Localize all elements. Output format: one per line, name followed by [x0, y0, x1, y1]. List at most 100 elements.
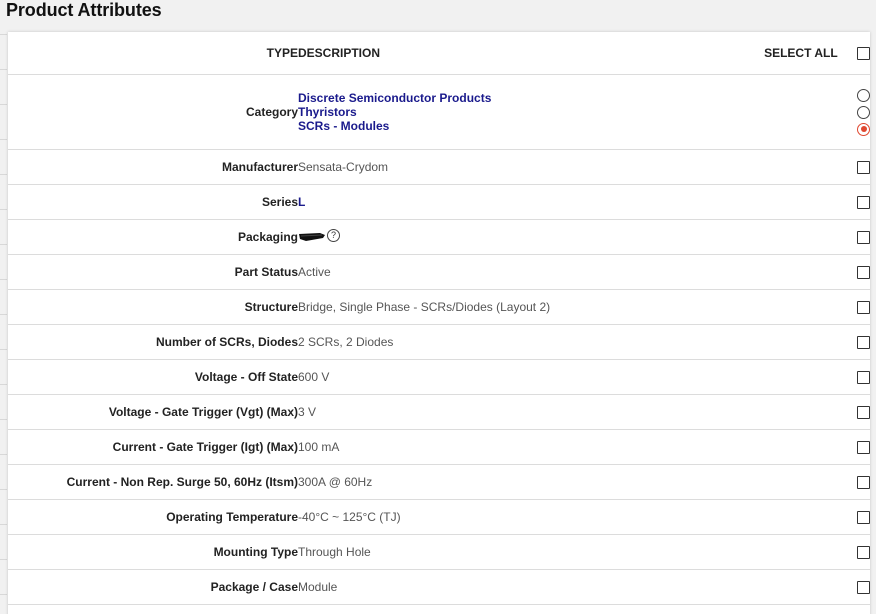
- row-select-checkbox[interactable]: [857, 266, 870, 280]
- table-row: Structure Bridge, Single Phase - SCRs/Dio…: [8, 289, 870, 325]
- category-link-scrs-modules[interactable]: SCRs - Modules: [298, 119, 748, 133]
- table-row: Current - Non Rep. Surge 50, 60Hz (Itsm)…: [8, 464, 870, 500]
- row-select-cell: [748, 499, 870, 535]
- table-row: Series L: [8, 184, 870, 220]
- row-type-label: Manufacturer: [8, 149, 298, 185]
- category-links: Discrete Semiconductor Products Thyristo…: [298, 74, 748, 150]
- row-select-cell: [748, 359, 870, 395]
- packaging-value: ?: [298, 229, 340, 243]
- row-value-cell: Sensata-Crydom: [298, 149, 748, 185]
- row-value-cell: 600 V: [298, 359, 748, 395]
- row-type-label: Mounting Type: [8, 534, 298, 570]
- row-value-cell: 300A @ 60Hz: [298, 464, 748, 500]
- table-row: Part Status Active: [8, 254, 870, 290]
- table-row: Voltage - Off State 600 V: [8, 359, 870, 395]
- row-value: 3 V: [298, 405, 317, 419]
- row-value-cell: Through Hole: [298, 534, 748, 570]
- row-select-cell: [748, 289, 870, 325]
- row-value-cell: Bridge, Single Phase - SCRs/Diodes (Layo…: [298, 289, 748, 325]
- header-select-all: SELECT ALL: [748, 32, 870, 75]
- row-value-cell: L: [298, 184, 748, 220]
- row-type-label: Packaging: [8, 219, 298, 255]
- row-value-cell: 3 V: [298, 394, 748, 430]
- row-select-cell: [748, 184, 870, 220]
- row-select-cell: [748, 534, 870, 570]
- row-select-checkbox[interactable]: [857, 301, 870, 315]
- row-value: Bridge, Single Phase - SCRs/Diodes (Layo…: [298, 300, 551, 314]
- row-select-checkbox[interactable]: [857, 231, 870, 245]
- category-radio-cell: [748, 74, 870, 150]
- table-row: Number of SCRs, Diodes 2 SCRs, 2 Diodes: [8, 324, 870, 360]
- row-select-cell: [748, 429, 870, 465]
- header-type: TYPE: [8, 32, 298, 75]
- row-type-label: Part Status: [8, 254, 298, 290]
- row-select-checkbox[interactable]: [857, 196, 870, 210]
- row-value: Active: [298, 265, 331, 279]
- page: Product Attributes TYPE DESCRIPTION SELE…: [0, 0, 876, 614]
- row-value: 100 mA: [298, 440, 340, 454]
- category-radio-thyristors[interactable]: [857, 105, 870, 119]
- table-row: Operating Temperature -40°C ~ 125°C (TJ): [8, 499, 870, 535]
- row-value: 600 V: [298, 370, 330, 384]
- attributes-card: TYPE DESCRIPTION SELECT ALL Category Dis…: [8, 32, 870, 614]
- row-select-checkbox[interactable]: [857, 546, 870, 560]
- row-type-label: Series: [8, 184, 298, 220]
- row-value: Module: [298, 580, 338, 594]
- category-link-thyristors[interactable]: Thyristors: [298, 105, 748, 119]
- table-row: Manufacturer Sensata-Crydom: [8, 149, 870, 185]
- row-select-cell: [748, 394, 870, 430]
- row-value-cell: 100 mA: [298, 429, 748, 465]
- row-value-cell: Active: [298, 254, 748, 290]
- row-select-checkbox[interactable]: [857, 336, 870, 350]
- row-select-checkbox[interactable]: [857, 371, 870, 385]
- category-radio-discrete[interactable]: [857, 88, 870, 102]
- row-select-cell: [748, 149, 870, 185]
- help-icon[interactable]: ?: [327, 229, 340, 242]
- table-row: Voltage - Gate Trigger (Vgt) (Max) 3 V: [8, 394, 870, 430]
- row-type-label: Package / Case: [8, 569, 298, 605]
- row-type-label: Voltage - Off State: [8, 359, 298, 395]
- select-all-label: SELECT ALL: [764, 46, 838, 61]
- row-select-checkbox[interactable]: [857, 476, 870, 490]
- page-title: Product Attributes: [6, 0, 162, 20]
- row-type-label: Current - Non Rep. Surge 50, 60Hz (Itsm): [8, 464, 298, 500]
- category-radio-scrs-modules[interactable]: [857, 122, 870, 136]
- row-value: -40°C ~ 125°C (TJ): [298, 510, 401, 524]
- row-select-cell: [748, 254, 870, 290]
- row-value: 300A @ 60Hz: [298, 475, 373, 489]
- row-select-cell: [748, 219, 870, 255]
- row-value-cell: 2 SCRs, 2 Diodes: [298, 324, 748, 360]
- attributes-table: TYPE DESCRIPTION SELECT ALL Category Dis…: [8, 32, 870, 605]
- row-value-cell: -40°C ~ 125°C (TJ): [298, 499, 748, 535]
- row-select-checkbox[interactable]: [857, 406, 870, 420]
- table-header-row: TYPE DESCRIPTION SELECT ALL: [8, 32, 870, 75]
- category-link-discrete[interactable]: Discrete Semiconductor Products: [298, 91, 748, 105]
- row-value-link[interactable]: L: [298, 195, 748, 209]
- table-row: Current - Gate Trigger (Igt) (Max) 100 mA: [8, 429, 870, 465]
- row-type-label: Operating Temperature: [8, 499, 298, 535]
- row-type-label: Structure: [8, 289, 298, 325]
- row-select-cell: [748, 464, 870, 500]
- row-select-checkbox[interactable]: [857, 511, 870, 525]
- table-row: Package / Case Module: [8, 569, 870, 605]
- background-grid: [0, 0, 7, 614]
- table-row: Packaging?: [8, 219, 870, 255]
- row-value: Sensata-Crydom: [298, 160, 389, 174]
- row-select-checkbox[interactable]: [857, 441, 870, 455]
- header-description: DESCRIPTION: [298, 32, 748, 75]
- row-type-label: Number of SCRs, Diodes: [8, 324, 298, 360]
- row-type-label: Category: [8, 74, 298, 150]
- row-type-label: Current - Gate Trigger (Igt) (Max): [8, 429, 298, 465]
- row-select-checkbox[interactable]: [857, 161, 870, 175]
- row-value: Through Hole: [298, 545, 371, 559]
- row-value: 2 SCRs, 2 Diodes: [298, 335, 394, 349]
- row-value-cell: Module: [298, 569, 748, 605]
- row-value-cell: ?: [298, 219, 748, 255]
- row-type-label: Voltage - Gate Trigger (Vgt) (Max): [8, 394, 298, 430]
- row-select-cell: [748, 569, 870, 605]
- row-select-cell: [748, 324, 870, 360]
- table-row-category: Category Discrete Semiconductor Products…: [8, 74, 870, 150]
- select-all-checkbox[interactable]: [857, 46, 870, 60]
- row-select-checkbox[interactable]: [857, 581, 870, 595]
- redacted-mark-icon: [299, 232, 325, 241]
